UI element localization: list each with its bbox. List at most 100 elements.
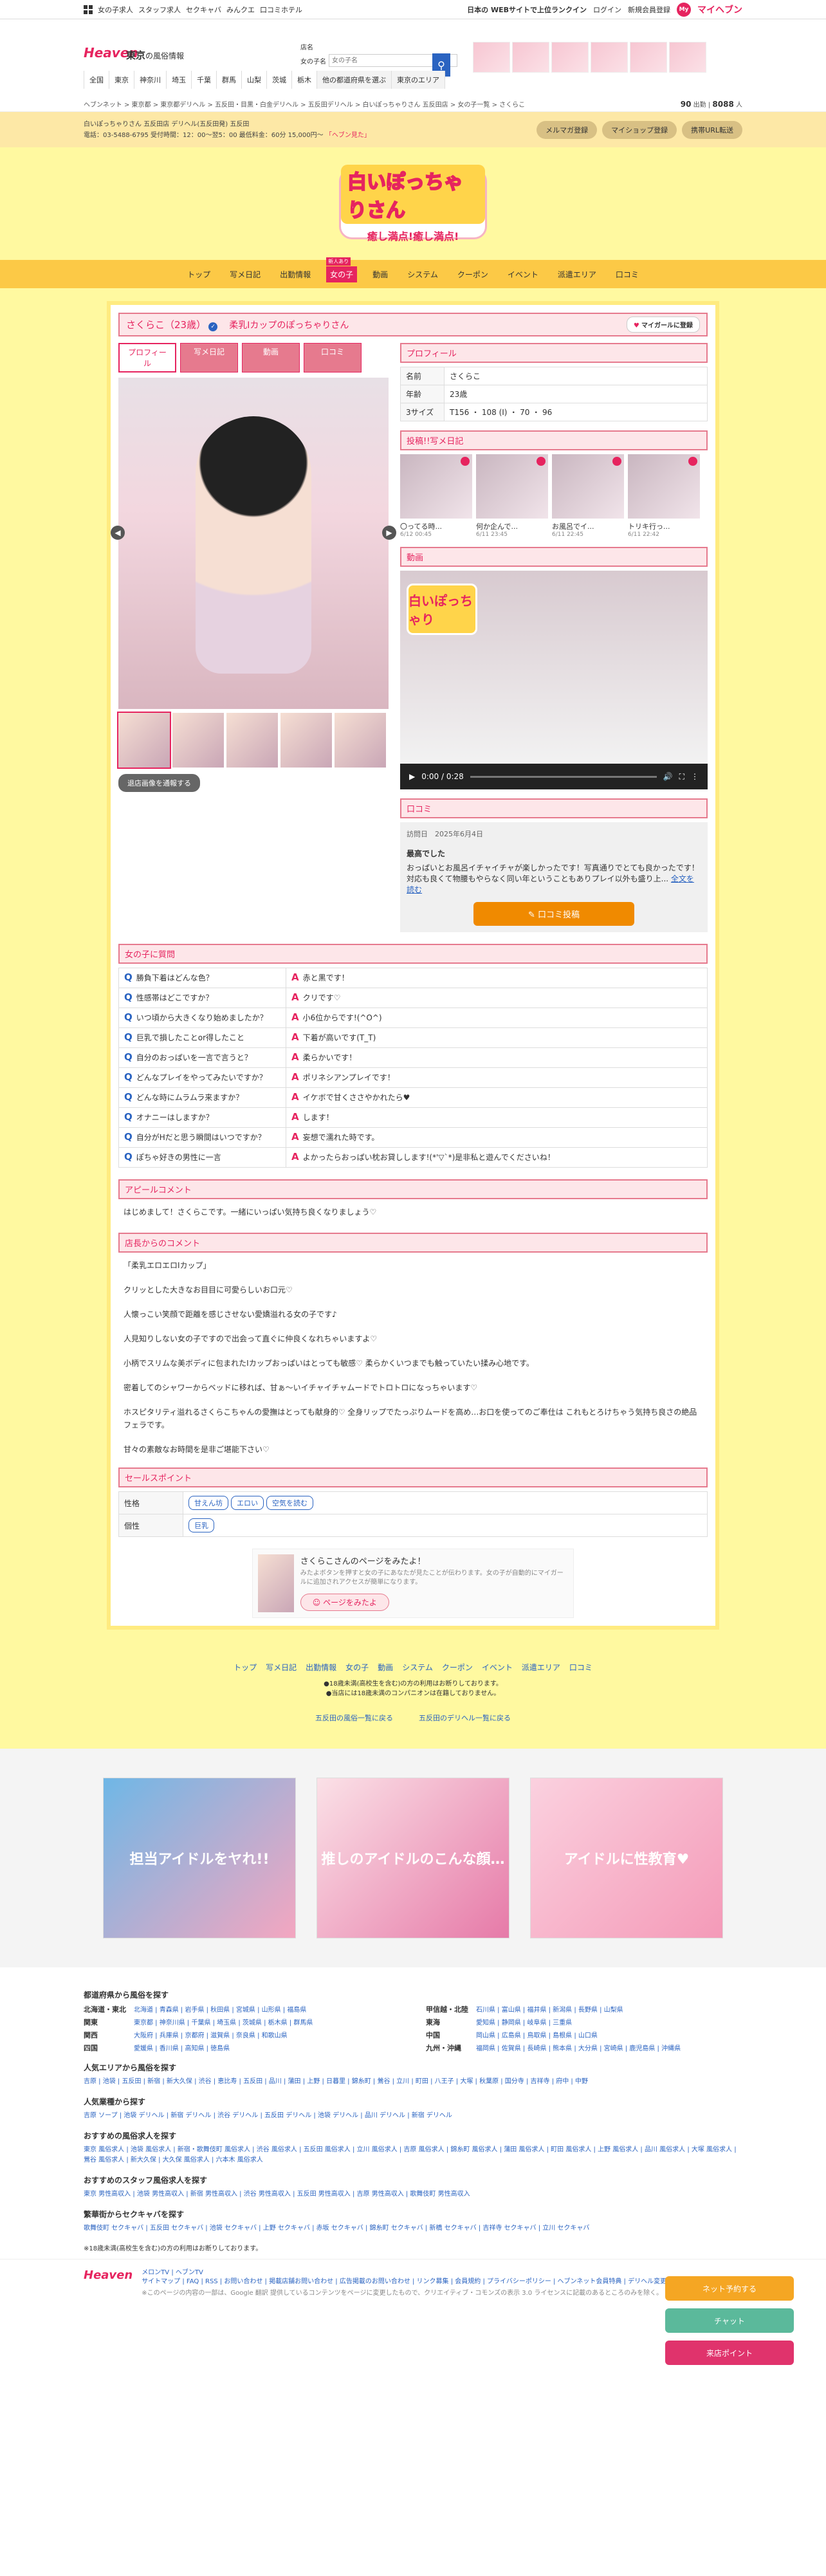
area-nav-item[interactable]: 東京 — [109, 71, 134, 89]
volume-icon[interactable]: 🔊 — [663, 772, 673, 781]
footer-link[interactable]: クーポン — [442, 1662, 473, 1673]
photo-thumbnail[interactable] — [226, 713, 278, 768]
tab-video[interactable]: 動画 — [242, 343, 300, 373]
header-banner[interactable] — [512, 42, 549, 73]
footer-link[interactable]: 動画 — [378, 1662, 393, 1673]
footer-links[interactable]: サイトマップ | FAQ | RSS | お問い合わせ | 掲載店舗お問い合わせ… — [142, 2277, 666, 2286]
tab-profile[interactable]: プロフィール — [118, 343, 176, 373]
my-heart-icon[interactable]: My — [677, 2, 691, 17]
area-nav-item[interactable]: 群馬 — [217, 71, 242, 89]
more-icon[interactable]: ⋮ — [691, 772, 699, 781]
area-nav-item[interactable]: 山梨 — [242, 71, 267, 89]
nav-diary[interactable]: 写メ日記 — [226, 266, 264, 282]
ad-banner[interactable]: アイドルに性教育♥ — [530, 1778, 723, 1938]
nav-review[interactable]: 口コミ — [612, 266, 643, 282]
register-link[interactable]: 新規会員登録 — [628, 5, 670, 15]
photo-thumbnail[interactable] — [172, 713, 224, 768]
girl-name: さくらこ（23歳） — [126, 319, 206, 331]
nav-coupon[interactable]: クーポン — [454, 266, 492, 282]
post-review-button[interactable]: ✎ 口コミ投稿 — [473, 902, 634, 926]
top-link-staff-job[interactable]: スタッフ求人 — [138, 5, 181, 15]
trait-tag[interactable]: 甘えん坊 — [188, 1496, 228, 1510]
diary-item[interactable]: 〇ってる時... 6/12 00:45 — [400, 454, 472, 538]
area-nav-item[interactable]: 千葉 — [192, 71, 217, 89]
prev-photo-icon[interactable]: ◀ — [111, 526, 125, 540]
area-nav-item[interactable]: 栃木 — [292, 71, 317, 89]
girl-main-photo[interactable]: ◀ ▶ — [111, 378, 396, 709]
top-link-girls-job[interactable]: 女の子求人 — [98, 5, 133, 15]
area-nav-item[interactable]: 埼玉 — [167, 71, 192, 89]
header-banner[interactable] — [551, 42, 589, 73]
header-banner[interactable] — [591, 42, 628, 73]
area-nav-other[interactable]: 他の都道府県を選ぶ — [317, 71, 392, 89]
ad-banner[interactable]: 担当アイドルをヤれ!! — [103, 1778, 296, 1938]
nav-video[interactable]: 動画 — [369, 266, 392, 282]
footer-link[interactable]: 写メ日記 — [266, 1662, 297, 1673]
photo-thumbnail[interactable] — [117, 712, 171, 769]
net-reserve-button[interactable]: ネット予約する — [665, 2276, 794, 2301]
next-photo-icon[interactable]: ▶ — [382, 526, 396, 540]
tab-review[interactable]: 口コミ — [304, 343, 362, 373]
photo-thumbnail[interactable] — [335, 713, 386, 768]
footer-link[interactable]: 女の子 — [345, 1662, 369, 1673]
back-to-deli-list[interactable]: 五反田のデリヘル一覧に戻る — [419, 1713, 511, 1723]
video-progress[interactable] — [470, 775, 657, 778]
nav-system[interactable]: システム — [403, 266, 442, 282]
popular-areas[interactable]: 吉原 | 池袋 | 五反田 | 新宿 | 新大久保 | 渋谷 | 恵比寿 | 五… — [84, 2077, 742, 2087]
heaven-logo[interactable]: Heaven — [84, 40, 138, 66]
nav-girls[interactable]: 新人あり 女の子 — [326, 257, 358, 282]
mobile-url-button[interactable]: 携帯URL転送 — [682, 120, 742, 139]
top-link-hotel[interactable]: 口コミホテル — [260, 5, 302, 15]
diary-item[interactable]: トリキ行っ... 6/11 22:42 — [628, 454, 700, 538]
myshop-button[interactable]: マイショップ登録 — [602, 120, 677, 139]
back-to-fuzoku-list[interactable]: 五反田の風俗一覧に戻る — [315, 1713, 393, 1723]
area-nav-item[interactable]: 神奈川 — [134, 71, 167, 89]
footer-link[interactable]: システム — [402, 1662, 433, 1673]
staff-job-links[interactable]: 東京 男性高収入 | 池袋 男性高収入 | 新宿 男性高収入 | 渋谷 男性高収… — [84, 2189, 742, 2200]
visit-points-button[interactable]: 来店ポイント — [665, 2341, 794, 2365]
footer-link[interactable]: イベント — [482, 1662, 513, 1673]
top-link-sekukyaba[interactable]: セクキャバ — [186, 5, 221, 15]
footer-link[interactable]: トップ — [234, 1662, 257, 1673]
my-heaven-link[interactable]: マイヘブン — [697, 3, 742, 16]
footer-link[interactable]: 出勤情報 — [306, 1662, 336, 1673]
mitayo-button[interactable]: ☺ ページをみたよ — [300, 1594, 389, 1611]
trait-tag[interactable]: 空気を読む — [266, 1496, 313, 1510]
job-links[interactable]: 東京 風俗求人 | 池袋 風俗求人 | 新宿・歌舞伎町 風俗求人 | 渋谷 風俗… — [84, 2145, 742, 2166]
play-icon[interactable]: ▶ — [409, 772, 415, 781]
photo-thumbnail[interactable] — [280, 713, 332, 768]
trait-tag[interactable]: エロい — [231, 1496, 264, 1510]
fullscreen-icon[interactable]: ⛶ — [679, 772, 684, 782]
footer-tv-links[interactable]: メロンTV | ヘブンTV — [142, 2268, 666, 2277]
footer-link[interactable]: 派遣エリア — [522, 1662, 560, 1673]
login-link[interactable]: ログイン — [593, 5, 621, 15]
popular-genres[interactable]: 吉原 ソープ | 池袋 デリヘル | 新宿 デリヘル | 渋谷 デリヘル | 五… — [84, 2111, 742, 2121]
header-banner[interactable] — [630, 42, 667, 73]
diary-item[interactable]: 何か企んで... 6/11 23:45 — [476, 454, 548, 538]
header-banner[interactable] — [473, 42, 510, 73]
nav-schedule[interactable]: 出勤情報 — [276, 266, 315, 282]
sekukyaba-links[interactable]: 歌舞伎町 セクキャバ | 五反田 セクキャバ | 池袋 セクキャバ | 上野 セ… — [84, 2223, 742, 2234]
header-banner[interactable] — [669, 42, 706, 73]
area-nav-item[interactable]: 全国 — [84, 71, 109, 89]
mailmag-button[interactable]: メルマガ登録 — [537, 120, 598, 139]
breadcrumb[interactable]: ヘブンネット > 東京都 > 東京都デリヘル > 五反田・目黒・白金デリヘル >… — [84, 99, 525, 109]
nav-area[interactable]: 派遣エリア — [554, 266, 600, 282]
girl-video[interactable]: 白いぽっちゃり ▶ 0:00 / 0:28 🔊 ⛶ ⋮ — [400, 571, 708, 789]
shop-logo[interactable]: 白いぽっちゃりさん 癒し満点!癒し満点! — [339, 164, 487, 243]
area-nav-item[interactable]: 茨城 — [267, 71, 292, 89]
favorite-girl-button[interactable]: ♥ マイガールに登録 — [626, 317, 700, 333]
top-link-minkue[interactable]: みんクエ — [226, 5, 255, 15]
grid-menu-icon[interactable] — [84, 5, 93, 14]
nav-top[interactable]: トップ — [183, 266, 214, 282]
chat-button[interactable]: チャット — [665, 2308, 794, 2333]
trait-tag[interactable]: 巨乳 — [188, 1518, 214, 1532]
footer-link[interactable]: 口コミ — [569, 1662, 592, 1673]
tab-diary[interactable]: 写メ日記 — [180, 343, 238, 373]
nav-event[interactable]: イベント — [504, 266, 542, 282]
report-photo-button[interactable]: 退店画像を通報する — [118, 774, 200, 792]
area-nav-tokyo-area[interactable]: 東京のエリア — [392, 71, 445, 89]
ad-banner[interactable]: 推しのアイドルのこんな顔… — [317, 1778, 509, 1938]
diary-item[interactable]: お風呂でイ... 6/11 22:45 — [552, 454, 624, 538]
footer-logo[interactable]: Heaven — [84, 2268, 133, 2297]
